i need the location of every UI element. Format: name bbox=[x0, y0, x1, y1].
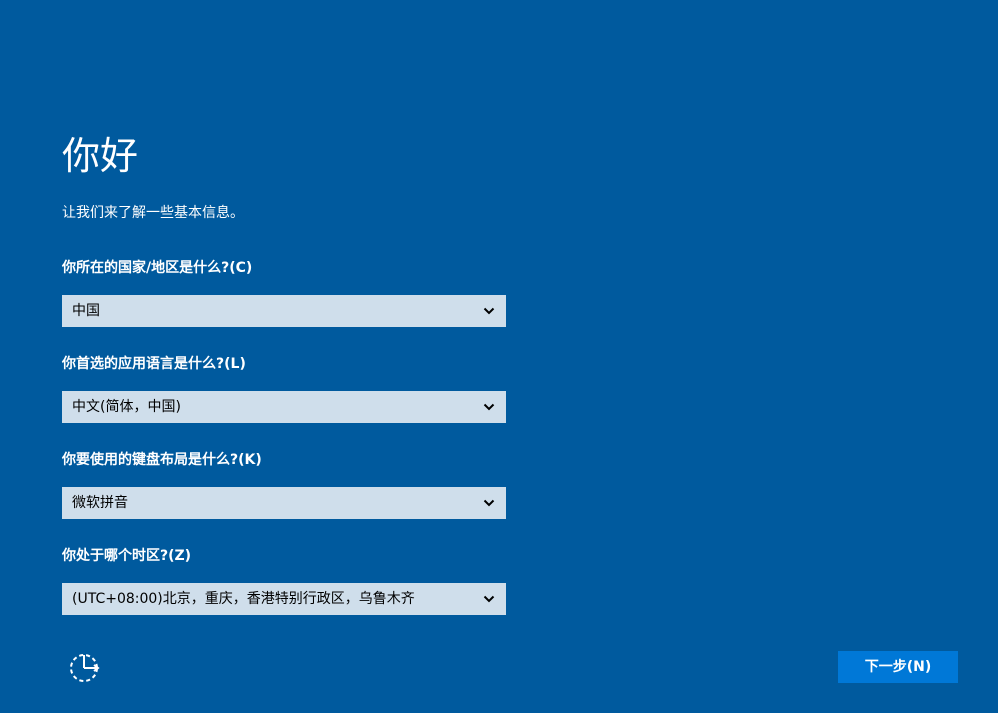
time-zone-dropdown[interactable]: (UTC+08:00)北京，重庆，香港特别行政区，乌鲁木齐 bbox=[62, 583, 506, 615]
next-button[interactable]: 下一步(N) bbox=[838, 651, 958, 683]
chevron-down-icon bbox=[483, 595, 495, 603]
keyboard-layout-dropdown[interactable]: 微软拼音 bbox=[62, 487, 506, 519]
app-language-dropdown[interactable]: 中文(简体，中国) bbox=[62, 391, 506, 423]
chevron-down-icon bbox=[483, 499, 495, 507]
keyboard-layout-question-label: 你要使用的键盘布局是什么?(K) bbox=[62, 452, 262, 468]
page-subtitle: 让我们来了解一些基本信息。 bbox=[62, 205, 244, 221]
ease-of-access-icon[interactable] bbox=[68, 650, 104, 686]
country-dropdown-value: 中国 bbox=[72, 303, 100, 319]
app-language-dropdown-value: 中文(简体，中国) bbox=[72, 399, 181, 415]
page-title: 你好 bbox=[62, 134, 139, 178]
keyboard-layout-dropdown-value: 微软拼音 bbox=[72, 495, 128, 511]
country-dropdown[interactable]: 中国 bbox=[62, 295, 506, 327]
time-zone-dropdown-value: (UTC+08:00)北京，重庆，香港特别行政区，乌鲁木齐 bbox=[72, 591, 415, 607]
chevron-down-icon bbox=[483, 403, 495, 411]
time-zone-question-label: 你处于哪个时区?(Z) bbox=[62, 548, 192, 564]
country-question-label: 你所在的国家/地区是什么?(C) bbox=[62, 260, 253, 276]
chevron-down-icon bbox=[483, 307, 495, 315]
app-language-question-label: 你首选的应用语言是什么?(L) bbox=[62, 356, 246, 372]
